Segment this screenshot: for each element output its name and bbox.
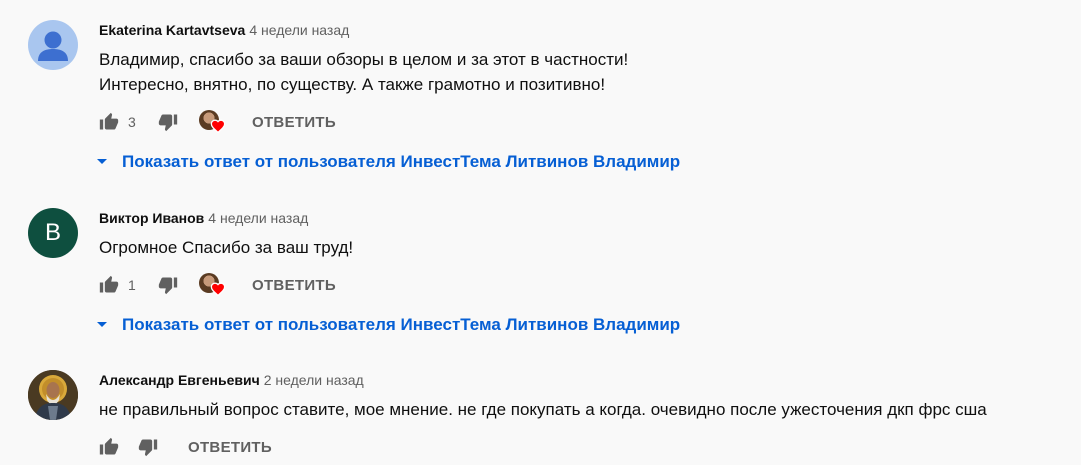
show-replies-label: Показать ответ от пользователя ИнвестТем… [122, 315, 681, 334]
chevron-down-icon [96, 321, 108, 329]
like-button[interactable] [99, 107, 119, 137]
creator-heart [199, 270, 226, 300]
like-count: 1 [128, 277, 136, 293]
thumbs-up-icon [99, 437, 119, 455]
comment-text: Владимир, спасибо за ваши обзоры в целом… [99, 47, 1081, 97]
creator-heart [199, 107, 226, 137]
comment-time[interactable]: 4 недели назад [249, 22, 349, 38]
like-count-wrap: 3 [128, 107, 136, 137]
reply-button[interactable]: ОТВЕТИТЬ [252, 270, 336, 300]
dislike-button[interactable] [158, 270, 178, 300]
show-replies-label: Показать ответ от пользователя ИнвестТем… [122, 152, 681, 171]
comment-header: Виктор Иванов 4 недели назад [99, 208, 1081, 228]
reply-button-label: ОТВЕТИТЬ [188, 438, 272, 456]
thumbs-down-icon [158, 114, 178, 132]
like-count-wrap: 1 [128, 270, 136, 300]
comment-text: не правильный вопрос ставите, мое мнение… [99, 397, 1081, 422]
comment-actions: 1 ОТВЕТИТЬ [99, 270, 1081, 300]
comment-header: Ekaterina Kartavtseva 4 недели назад [99, 20, 1081, 40]
avatar[interactable]: В [28, 208, 78, 258]
comment-text: Огромное Спасибо за ваш труд! [99, 235, 1081, 260]
comment-line: Интересно, внятно, по существу. А также … [99, 75, 606, 94]
avatar[interactable] [28, 370, 78, 420]
thumbs-down-icon [158, 277, 178, 295]
author-name[interactable]: Виктор Иванов [99, 210, 204, 226]
comment-time[interactable]: 2 недели назад [264, 372, 364, 388]
avatar-letter: В [44, 219, 61, 246]
dislike-button[interactable] [138, 432, 158, 462]
comment-line: Владимир, спасибо за ваши обзоры в целом… [99, 50, 629, 69]
comment-body: Виктор Иванов 4 недели назад Огромное Спа… [99, 208, 1081, 300]
religious-icon-avatar [28, 370, 78, 420]
comment-header: Александр Евгеньевич 2 недели назад [99, 370, 1081, 390]
person-icon [38, 31, 68, 61]
like-button[interactable] [99, 432, 119, 462]
heart-icon [210, 119, 226, 133]
comment-line: Огромное Спасибо за ваш труд! [99, 238, 354, 257]
heart-icon [210, 282, 226, 296]
author-name[interactable]: Ekaterina Kartavtseva [99, 22, 245, 38]
show-replies-link[interactable]: Показать ответ от пользователя ИнвестТем… [96, 313, 680, 337]
thumbs-up-icon [99, 275, 119, 293]
comment-line: не правильный вопрос ставите, мое мнение… [99, 400, 987, 419]
comment-actions: 3 ОТВЕТИТЬ [99, 107, 1081, 137]
like-count: 3 [128, 114, 136, 130]
show-replies-link[interactable]: Показать ответ от пользователя ИнвестТем… [96, 150, 680, 174]
chevron-down-icon [96, 158, 108, 166]
avatar[interactable] [28, 20, 78, 70]
dislike-button[interactable] [158, 107, 178, 137]
reply-button[interactable]: ОТВЕТИТЬ [252, 107, 336, 137]
comment-actions: ОТВЕТИТЬ [99, 432, 1081, 462]
reply-button-label: ОТВЕТИТЬ [252, 113, 336, 131]
reply-button-label: ОТВЕТИТЬ [252, 276, 336, 294]
comment-time[interactable]: 4 недели назад [208, 210, 308, 226]
comment-body: Александр Евгеньевич 2 недели назад не пр… [99, 370, 1081, 462]
thumbs-down-icon [138, 439, 158, 457]
comment-body: Ekaterina Kartavtseva 4 недели назад Влад… [99, 20, 1081, 137]
like-button[interactable] [99, 270, 119, 300]
thumbs-up-icon [99, 112, 119, 130]
author-name[interactable]: Александр Евгеньевич [99, 372, 260, 388]
reply-button[interactable]: ОТВЕТИТЬ [188, 432, 272, 462]
